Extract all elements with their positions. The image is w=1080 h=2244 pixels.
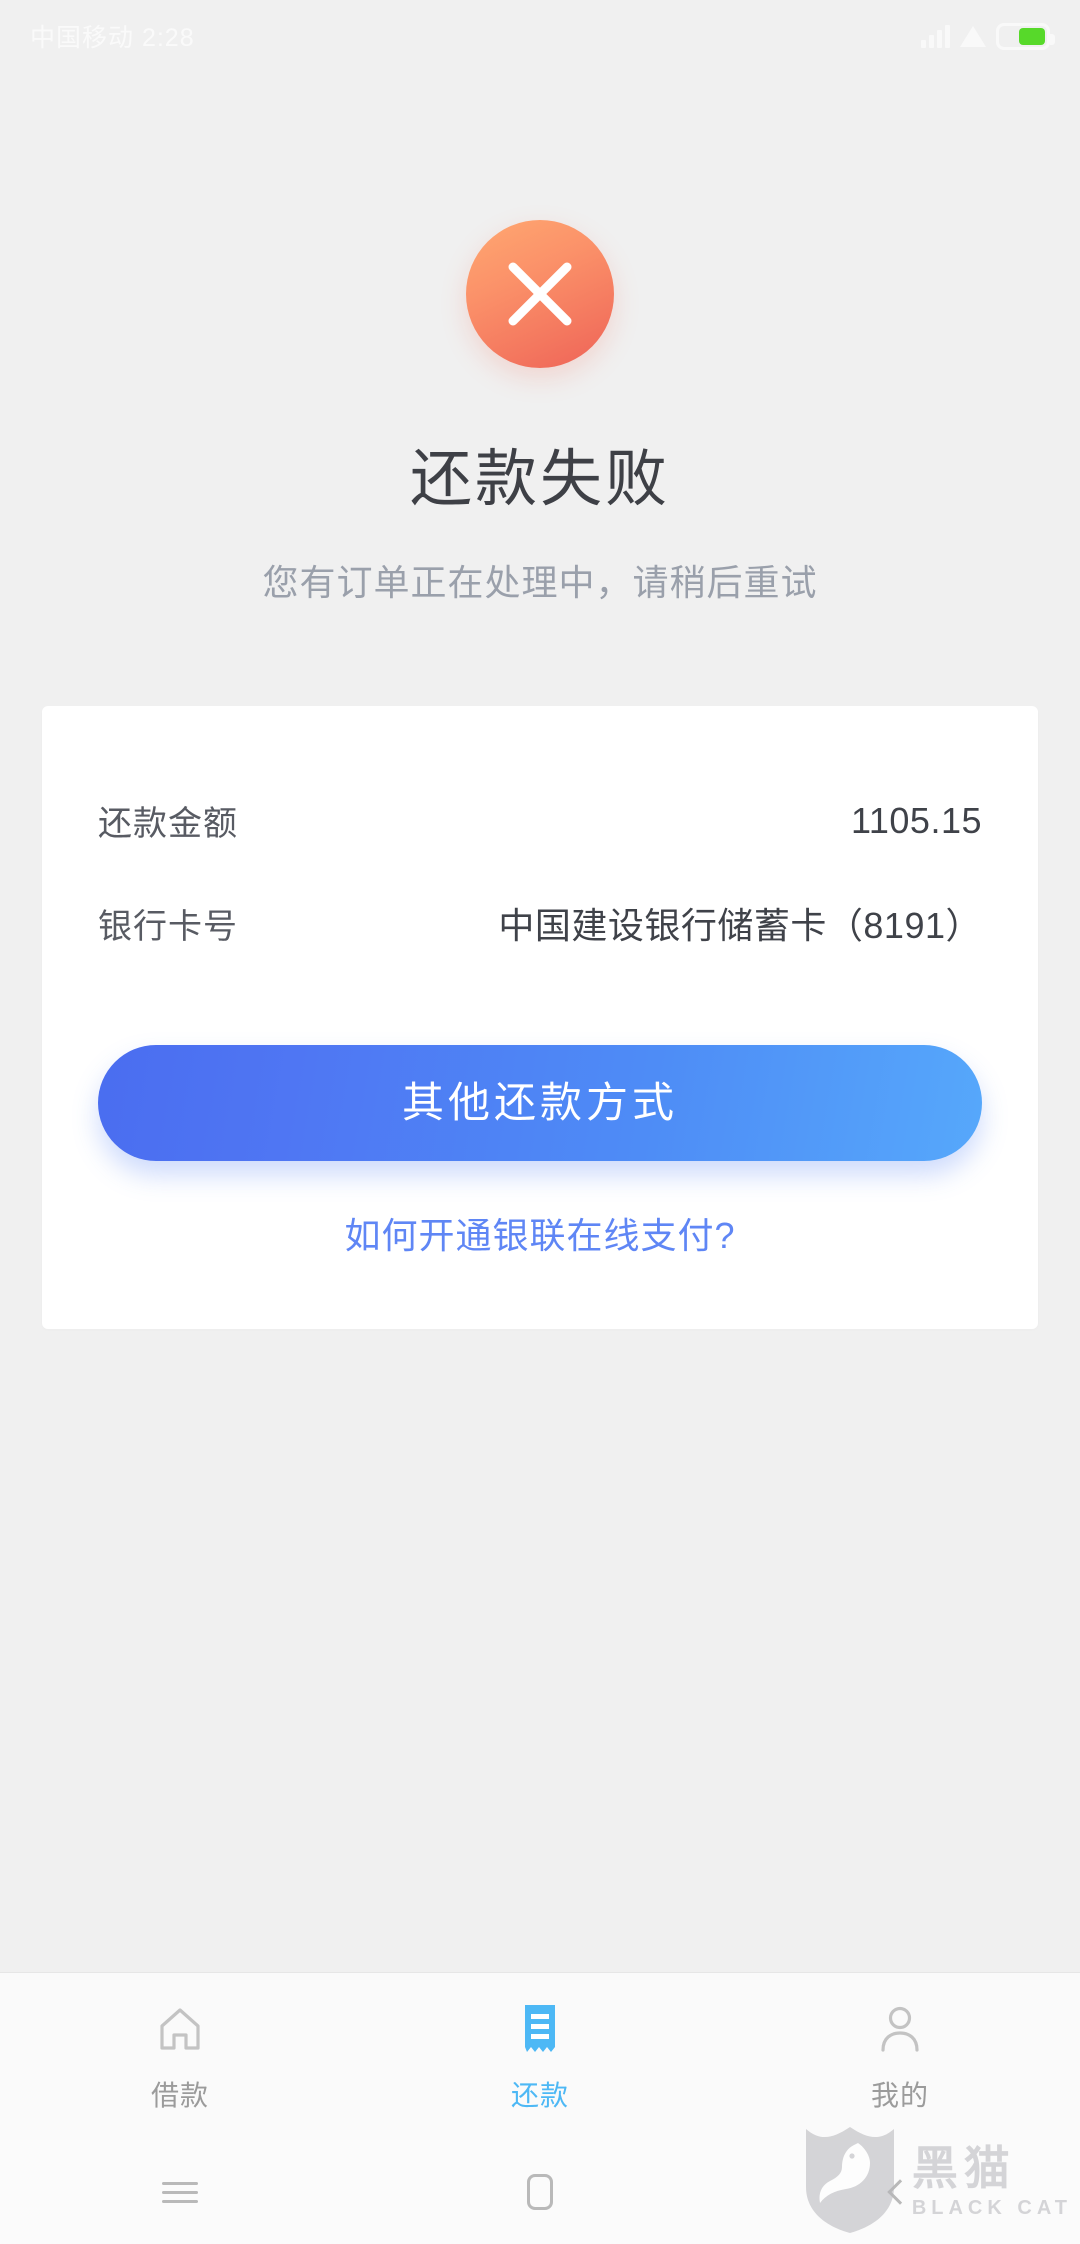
unionpay-help-link[interactable]: 如何开通银联在线支付? bbox=[98, 1207, 982, 1259]
status-bar-left: 中国移动 2:28 bbox=[30, 18, 195, 54]
status-bar: 中国移动 2:28 bbox=[0, 0, 1080, 72]
page-subtitle: 您有订单正在处理中，请稍后重试 bbox=[262, 562, 818, 603]
black-cat-watermark: 黑猫 BLACK CAT bbox=[802, 2125, 1072, 2240]
carrier-and-time-label: 中国移动 2:28 bbox=[30, 24, 195, 52]
battery-icon bbox=[996, 22, 1055, 50]
error-circle-x-icon bbox=[466, 220, 614, 368]
other-repayment-methods-button[interactable]: 其他还款方式 bbox=[98, 1045, 982, 1161]
row-value-bank-card: 中国建设银行储蓄卡（8191） bbox=[498, 905, 982, 946]
network-4g-icon bbox=[960, 25, 986, 47]
table-row: 还款金额 1105.15 bbox=[98, 770, 982, 871]
recent-apps-button[interactable] bbox=[0, 2176, 360, 2209]
table-row: 银行卡号 中国建设银行储蓄卡（8191） bbox=[98, 871, 982, 975]
phone-screen: 中国移动 2:28 还款失败 您有订单正在处理中，请稍后重试 还款金额 1105… bbox=[0, 0, 1080, 2244]
bottom-tab-bar: 借款 还款 我的 bbox=[0, 1972, 1080, 2140]
tab-repayment[interactable]: 还款 bbox=[360, 2000, 720, 2114]
android-navigation-bar: 黑猫 BLACK CAT bbox=[0, 2127, 1080, 2244]
status-bar-right bbox=[921, 22, 1055, 50]
tab-loan[interactable]: 借款 bbox=[0, 2000, 360, 2114]
menu-icon bbox=[162, 2176, 198, 2209]
payment-detail-card: 还款金额 1105.15 银行卡号 中国建设银行储蓄卡（8191） 其他还款方式… bbox=[42, 706, 1038, 1329]
black-cat-shield-logo-icon bbox=[802, 2125, 898, 2240]
receipt-icon bbox=[514, 2000, 566, 2058]
tab-label-loan: 借款 bbox=[150, 2079, 209, 2111]
row-label-amount: 还款金额 bbox=[98, 805, 238, 843]
person-icon bbox=[874, 2000, 926, 2058]
watermark-en-label: BLACK CAT bbox=[911, 2197, 1072, 2219]
watermark-cn-label: 黑猫 bbox=[911, 2142, 1016, 2194]
tab-label-repayment: 还款 bbox=[510, 2079, 569, 2111]
status-hero: 还款失败 您有订单正在处理中，请稍后重试 bbox=[0, 72, 1080, 606]
row-label-bank-card: 银行卡号 bbox=[98, 907, 238, 946]
page-title: 还款失败 bbox=[409, 445, 670, 514]
signal-bars-icon bbox=[921, 24, 950, 48]
row-value-amount: 1105.15 bbox=[851, 799, 982, 841]
home-square-icon bbox=[527, 2174, 553, 2210]
home-button[interactable] bbox=[360, 2174, 720, 2210]
home-icon bbox=[154, 2000, 206, 2058]
black-cat-watermark-text: 黑猫 BLACK CAT bbox=[912, 2145, 1072, 2220]
tab-label-mine: 我的 bbox=[870, 2079, 929, 2111]
tab-mine[interactable]: 我的 bbox=[720, 2000, 1080, 2114]
